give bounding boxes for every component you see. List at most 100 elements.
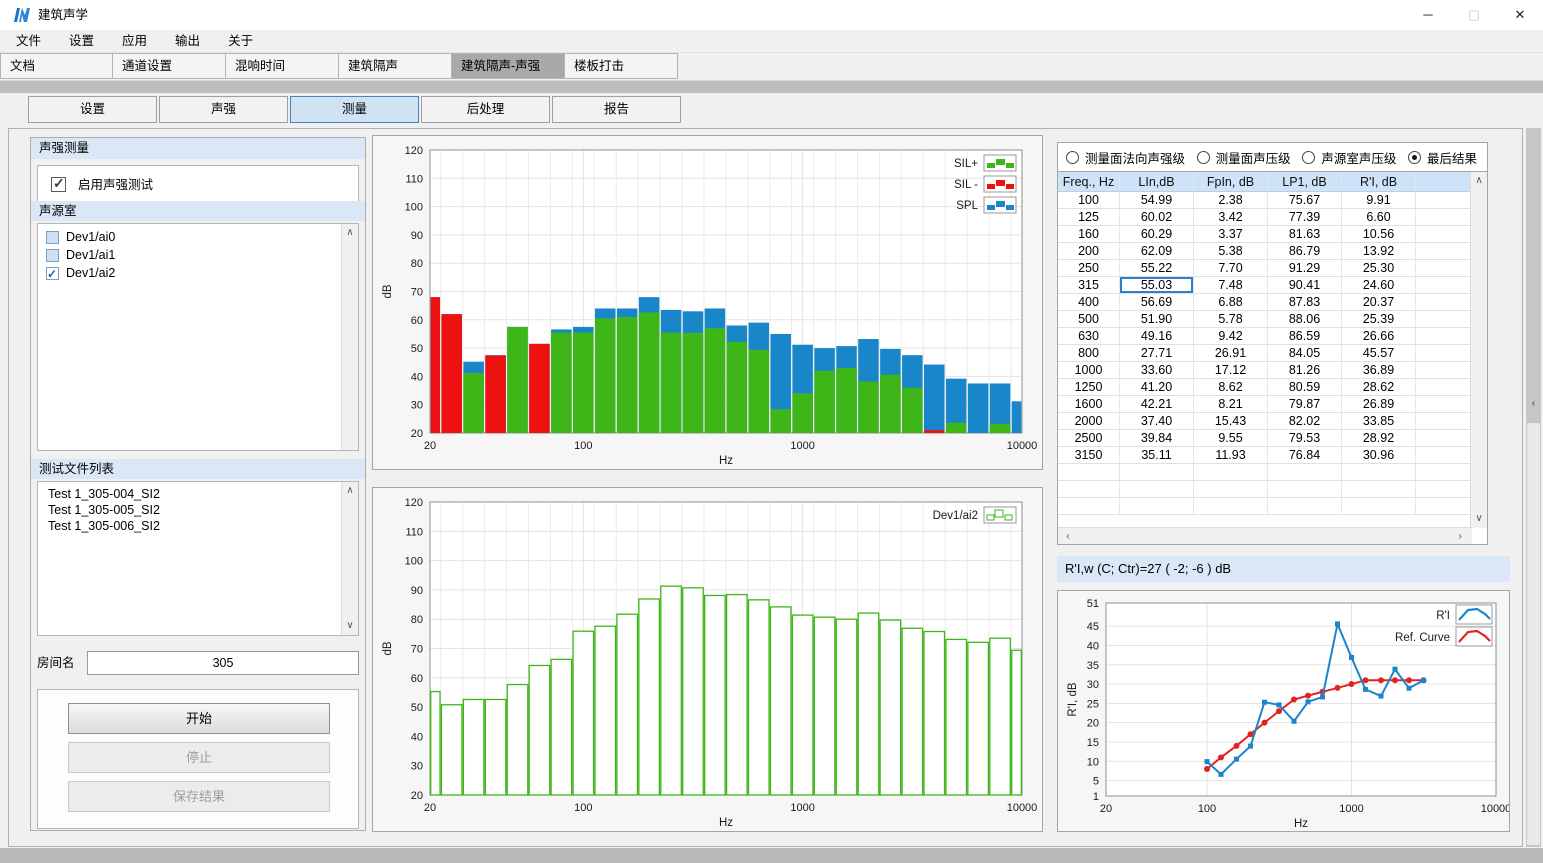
table-cell[interactable]: [1342, 464, 1416, 480]
table-row[interactable]: 100033.6017.1281.2636.89: [1058, 362, 1472, 379]
table-cell[interactable]: 2000: [1058, 413, 1120, 429]
table-cell[interactable]: 800: [1058, 345, 1120, 361]
table-cell[interactable]: [1268, 498, 1342, 514]
table-cell[interactable]: [1058, 498, 1120, 514]
subtab-设置[interactable]: 设置: [28, 96, 157, 123]
table-cell[interactable]: [1416, 294, 1472, 310]
table-cell[interactable]: 630: [1058, 328, 1120, 344]
file-list-scrollbar[interactable]: ∧ ∨: [341, 482, 358, 635]
source-list-scrollbar[interactable]: ∧: [341, 224, 358, 450]
table-cell[interactable]: 26.66: [1342, 328, 1416, 344]
table-cell[interactable]: 56.69: [1120, 294, 1194, 310]
table-cell[interactable]: [1268, 481, 1342, 497]
radio-circle-icon[interactable]: [1197, 151, 1210, 164]
collapse-handle[interactable]: [1527, 423, 1540, 845]
table-cell[interactable]: 13.92: [1342, 243, 1416, 259]
source-room-item[interactable]: ✓Dev1/ai2: [38, 264, 358, 282]
table-cell[interactable]: 1000: [1058, 362, 1120, 378]
table-cell[interactable]: 315: [1058, 277, 1120, 293]
test-file-item[interactable]: Test 1_305-006_SI2: [38, 518, 358, 534]
table-cell[interactable]: 1250: [1058, 379, 1120, 395]
table-cell[interactable]: 11.93: [1194, 447, 1268, 463]
table-cell[interactable]: 500: [1058, 311, 1120, 327]
tab-混响时间[interactable]: 混响时间: [226, 53, 339, 79]
stop-button[interactable]: 停止: [68, 742, 330, 773]
menu-item-设置[interactable]: 设置: [55, 30, 108, 52]
table-cell[interactable]: 26.91: [1194, 345, 1268, 361]
table-row[interactable]: 40056.696.8887.8320.37: [1058, 294, 1472, 311]
menu-item-关于[interactable]: 关于: [214, 30, 267, 52]
table-cell[interactable]: 75.67: [1268, 192, 1342, 208]
table-cell[interactable]: 79.87: [1268, 396, 1342, 412]
table-row[interactable]: 250039.849.5579.5328.92: [1058, 430, 1472, 447]
table-cell[interactable]: 7.70: [1194, 260, 1268, 276]
table-cell[interactable]: 3.37: [1194, 226, 1268, 242]
scroll-up-icon[interactable]: ∧: [1471, 173, 1487, 189]
table-cell[interactable]: 54.99: [1120, 192, 1194, 208]
table-cell[interactable]: [1416, 209, 1472, 225]
scroll-up-icon[interactable]: ∧: [342, 225, 358, 241]
table-cell[interactable]: 6.60: [1342, 209, 1416, 225]
subtab-测量[interactable]: 测量: [290, 96, 419, 123]
table-cell[interactable]: [1416, 328, 1472, 344]
scroll-up-icon[interactable]: ∧: [342, 483, 358, 499]
channel-checkbox[interactable]: [46, 231, 59, 244]
source-room-item[interactable]: Dev1/ai0: [38, 228, 358, 246]
table-cell[interactable]: [1058, 464, 1120, 480]
table-cell[interactable]: [1416, 396, 1472, 412]
scroll-down-icon[interactable]: ∨: [1471, 511, 1487, 527]
room-name-input[interactable]: [87, 651, 359, 675]
tab-通道设置[interactable]: 通道设置: [113, 53, 226, 79]
table-cell[interactable]: 79.53: [1268, 430, 1342, 446]
table-cell[interactable]: 6.88: [1194, 294, 1268, 310]
table-cell[interactable]: 30.96: [1342, 447, 1416, 463]
table-cell[interactable]: [1416, 277, 1472, 293]
table-cell[interactable]: 39.84: [1120, 430, 1194, 446]
table-cell[interactable]: 9.91: [1342, 192, 1416, 208]
enable-intensity-checkbox[interactable]: ✓: [51, 177, 66, 192]
table-cell[interactable]: 15.43: [1194, 413, 1268, 429]
table-cell[interactable]: 62.09: [1120, 243, 1194, 259]
table-cell[interactable]: 5.78: [1194, 311, 1268, 327]
table-cell[interactable]: 9.42: [1194, 328, 1268, 344]
table-cell[interactable]: 86.79: [1268, 243, 1342, 259]
table-cell[interactable]: [1416, 345, 1472, 361]
table-cell[interactable]: 82.02: [1268, 413, 1342, 429]
table-cell[interactable]: 3150: [1058, 447, 1120, 463]
test-file-item[interactable]: Test 1_305-005_SI2: [38, 502, 358, 518]
radio-测量面声压级[interactable]: 测量面声压级: [1197, 148, 1291, 167]
table-cell[interactable]: [1120, 498, 1194, 514]
subtab-报告[interactable]: 报告: [552, 96, 681, 123]
table-cell[interactable]: [1120, 464, 1194, 480]
save-result-button[interactable]: 保存结果: [68, 781, 330, 812]
table-cell[interactable]: 1600: [1058, 396, 1120, 412]
table-cell[interactable]: [1416, 413, 1472, 429]
table-cell[interactable]: 24.60: [1342, 277, 1416, 293]
radio-circle-icon[interactable]: [1408, 151, 1421, 164]
table-cell[interactable]: [1416, 311, 1472, 327]
table-cell[interactable]: 37.40: [1120, 413, 1194, 429]
table-cell[interactable]: 42.21: [1120, 396, 1194, 412]
radio-测量面法向声强级[interactable]: 测量面法向声强级: [1066, 148, 1185, 167]
table-cell[interactable]: 76.84: [1268, 447, 1342, 463]
table-cell[interactable]: 35.11: [1120, 447, 1194, 463]
table-cell[interactable]: 45.57: [1342, 345, 1416, 361]
table-row[interactable]: 315035.1111.9376.8430.96: [1058, 447, 1472, 464]
table-cell[interactable]: [1342, 481, 1416, 497]
table-cell[interactable]: [1342, 498, 1416, 514]
table-cell[interactable]: 60.29: [1120, 226, 1194, 242]
table-cell[interactable]: 3.42: [1194, 209, 1268, 225]
table-row[interactable]: 16060.293.3781.6310.56: [1058, 226, 1472, 243]
table-cell[interactable]: [1194, 481, 1268, 497]
table-cell[interactable]: 25.30: [1342, 260, 1416, 276]
table-row[interactable]: 63049.169.4286.5926.66: [1058, 328, 1472, 345]
table-cell[interactable]: 80.59: [1268, 379, 1342, 395]
radio-最后结果[interactable]: 最后结果: [1408, 148, 1477, 167]
table-cell[interactable]: [1416, 260, 1472, 276]
table-row[interactable]: 12560.023.4277.396.60: [1058, 209, 1472, 226]
channel-checkbox[interactable]: [46, 249, 59, 262]
table-cell[interactable]: 160: [1058, 226, 1120, 242]
table-cell[interactable]: 7.48: [1194, 277, 1268, 293]
table-cell[interactable]: 27.71: [1120, 345, 1194, 361]
tab-建筑隔声[interactable]: 建筑隔声: [339, 53, 452, 79]
